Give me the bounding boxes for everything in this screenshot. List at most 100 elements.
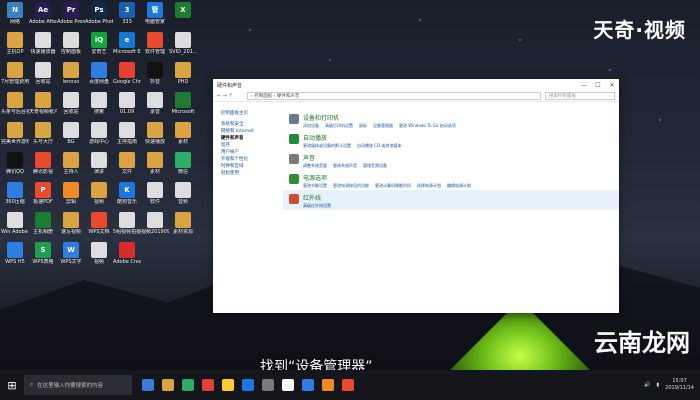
desktop-icon[interactable]: 微信 xyxy=(170,152,196,175)
desktop-icon[interactable]: 主机OP xyxy=(2,32,28,55)
leftnav-item[interactable]: 时钟和区域 xyxy=(221,163,283,170)
desktop-icon[interactable]: iQ 爱奇艺 xyxy=(86,32,112,55)
desktop-icon[interactable]: Google Chrome xyxy=(113,62,141,85)
desktop-icon[interactable]: 完美世界游戏 xyxy=(1,122,29,145)
desktop-icon[interactable]: Win Adobe cc 2018 xyxy=(1,212,29,235)
maximize-button[interactable]: ☐ xyxy=(591,79,605,91)
category-title[interactable]: 设备和打印机 xyxy=(303,113,456,122)
desktop-icon[interactable]: 视频2019091... xyxy=(141,212,169,235)
desktop-icon[interactable]: 7月管理费用明细 xyxy=(1,62,29,85)
desktop-icon[interactable]: 回收站 xyxy=(58,92,84,115)
window-titlebar[interactable]: 硬件和声音 — ☐ ✕ xyxy=(213,79,619,91)
category-link[interactable]: 设备管理器 xyxy=(373,123,393,129)
taskbar-search[interactable]: ⌕ 在这里输入你要搜索的内容 xyxy=(24,375,132,395)
category-title[interactable]: 声音 xyxy=(303,153,387,162)
start-button[interactable]: ⊞ xyxy=(0,370,24,400)
category-link[interactable]: 鼠标 xyxy=(359,123,367,129)
desktop-icon[interactable]: 5组视频拍摄2019 xyxy=(113,212,141,235)
desktop-icon[interactable]: X xyxy=(170,2,196,19)
desktop-icon[interactable]: 剪辑 xyxy=(58,182,84,205)
desktop-icon[interactable]: 360压缩 xyxy=(2,182,28,205)
desktop-icon[interactable]: 素材 xyxy=(142,152,168,175)
desktop-icon[interactable]: 3 333 xyxy=(114,2,140,25)
minimize-button[interactable]: — xyxy=(577,79,591,91)
desktop-icon[interactable]: 游戏中心 xyxy=(86,122,112,145)
desktop-icon[interactable]: 主持指南 xyxy=(114,122,140,145)
desktop-icon[interactable]: K 酷狗音乐 xyxy=(114,182,140,205)
search-input[interactable]: 搜索控制面板 xyxy=(545,92,615,100)
desktop-icon[interactable]: 快速播放 xyxy=(142,122,168,145)
desktop-icon[interactable]: Adobe Creati... xyxy=(113,242,141,265)
leftnav-item[interactable]: 轻松使用 xyxy=(221,170,283,177)
category-title[interactable]: 红外线 xyxy=(303,193,331,202)
desktop-icon[interactable]: PsAdobe Photosh... xyxy=(85,2,113,25)
desktop-icon[interactable]: PrAdobe Premiere P... xyxy=(57,2,85,25)
desktop-icon[interactable]: 腾讯QQ xyxy=(2,152,28,175)
desktop-icon[interactable]: eMicrosoft Edge xyxy=(113,32,141,55)
desktop-icon[interactable]: 视频 xyxy=(86,182,112,205)
category-link[interactable]: 更改计算机睡眠时间 xyxy=(375,183,411,189)
leftnav-item[interactable]: 外观和个性化 xyxy=(221,156,283,163)
category-title[interactable]: 自动播放 xyxy=(303,133,401,142)
desktop-icon[interactable]: 控制面板 xyxy=(58,32,84,55)
desktop-icon[interactable]: 素材 xyxy=(170,122,196,145)
desktop-icon[interactable]: W WPS文字 xyxy=(58,242,84,265)
desktop-icon[interactable]: 天奇视频帐户 xyxy=(29,92,57,115)
category-link[interactable]: 选择电源计划 xyxy=(417,183,441,189)
desktop-icon[interactable]: SVID_201... xyxy=(169,32,197,55)
desktop-icon[interactable]: PHD xyxy=(170,62,196,85)
desktop-icon[interactable]: 头号大厅 xyxy=(30,122,56,145)
leftnav-item[interactable]: 系统和安全 xyxy=(221,121,283,128)
taskbar-app-icon[interactable] xyxy=(182,379,194,391)
desktop-icon[interactable]: 百度网盘 xyxy=(86,62,112,85)
category-link[interactable]: 调整系统音量 xyxy=(303,163,327,169)
taskbar-app-icon[interactable] xyxy=(282,379,294,391)
desktop-icon[interactable]: 01.09 xyxy=(114,92,140,115)
category-link[interactable]: 高级打印机设置 xyxy=(325,123,353,129)
desktop-icon[interactable]: 管电脑管家 xyxy=(142,2,168,25)
category-link[interactable]: 更改节能设置 xyxy=(303,183,327,189)
desktop-icon[interactable]: BG xyxy=(58,122,84,145)
category-link[interactable]: 更改媒体或设备的默认设置 xyxy=(303,143,351,149)
leftnav-home[interactable]: 控制面板主页 xyxy=(221,110,283,117)
category-link[interactable]: 更改电源按钮的功能 xyxy=(333,183,369,189)
category-title[interactable]: 电源选项 xyxy=(303,173,471,182)
desktop-icon[interactable]: 主持人 xyxy=(58,152,84,175)
desktop-icon[interactable]: Microsoft xyxy=(170,92,196,115)
desktop-icon[interactable]: lenovo xyxy=(58,62,84,85)
category-link[interactable]: 管理音频设备 xyxy=(363,163,387,169)
taskbar-app-icon[interactable] xyxy=(142,379,154,391)
taskbar-app-icon[interactable] xyxy=(262,379,274,391)
taskbar-app-icon[interactable] xyxy=(162,379,174,391)
leftnav-item[interactable]: 硬件和声音 xyxy=(221,135,283,142)
desktop-icon[interactable]: 录音 xyxy=(142,92,168,115)
close-button[interactable]: ✕ xyxy=(605,79,619,91)
breadcrumb[interactable]: › 控制面板 › 硬件和声音 xyxy=(247,92,541,100)
leftnav-item[interactable]: 用户帐户 xyxy=(221,149,283,156)
taskbar-app-icon[interactable] xyxy=(342,379,354,391)
desktop-icon[interactable]: 头条号后台视频 xyxy=(1,92,29,115)
desktop-icon[interactable]: WPS H5 xyxy=(2,242,28,265)
clock[interactable]: 15:07 2019/11/14 xyxy=(665,378,694,392)
desktop-icon[interactable]: 音频 xyxy=(170,182,196,205)
category-link[interactable]: 高级红外线设置 xyxy=(303,203,331,209)
category-icon[interactable] xyxy=(289,134,299,144)
nav-buttons[interactable]: ← → ↑ xyxy=(217,93,247,99)
category-icon[interactable] xyxy=(289,154,299,164)
category-icon[interactable] xyxy=(289,194,299,204)
desktop-icon[interactable]: AeAdobe After Effects CC xyxy=(29,2,57,25)
leftnav-item[interactable]: 网络和 Internet xyxy=(221,128,283,135)
category-link[interactable]: 自动播放 CD 或其他媒体 xyxy=(357,143,401,149)
volume-icon[interactable]: 🔊 xyxy=(644,382,650,388)
desktop-icon[interactable]: P 极速PDF xyxy=(30,182,56,205)
category-icon[interactable] xyxy=(289,174,299,184)
desktop-icon[interactable]: 软件 xyxy=(142,182,168,205)
desktop-icon[interactable]: 搜索 xyxy=(86,92,112,115)
desktop-icon[interactable]: 视频 xyxy=(86,242,112,265)
taskbar-app-icon[interactable] xyxy=(302,379,314,391)
category-link[interactable]: 更改系统声音 xyxy=(333,163,357,169)
desktop-icon[interactable]: 文件 xyxy=(114,152,140,175)
desktop-icon[interactable]: 素材资源 xyxy=(170,212,196,235)
desktop-icon[interactable]: 演讲 xyxy=(86,152,112,175)
desktop-icon[interactable]: 速写视频 xyxy=(58,212,84,235)
